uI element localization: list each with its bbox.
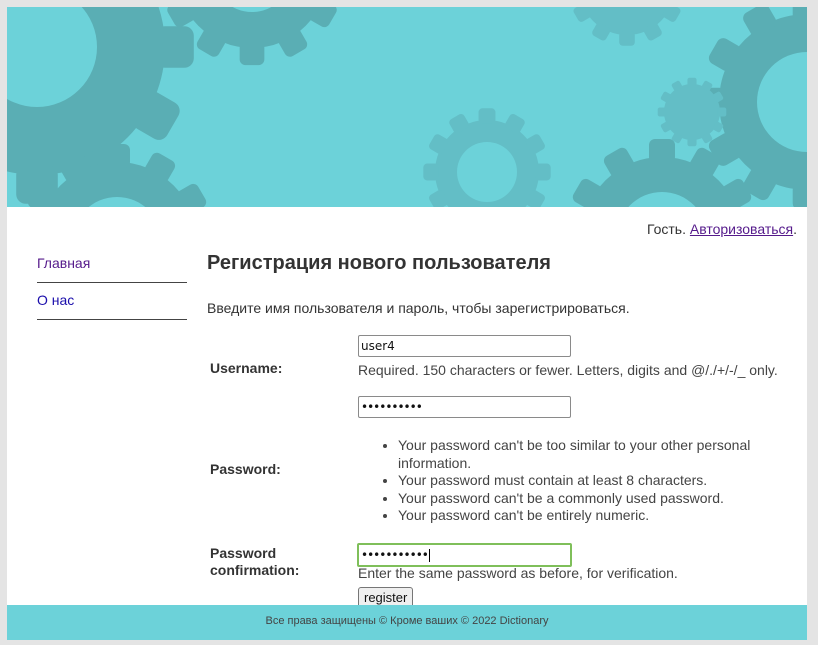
username-input[interactable]: user4 — [358, 335, 571, 357]
text-caret — [428, 549, 430, 562]
userbar-period: . — [793, 221, 797, 237]
password-confirmation-input[interactable]: ••••••••••• — [357, 543, 572, 567]
password-rule: Your password can't be too similar to yo… — [398, 437, 778, 472]
main-content: Регистрация нового пользователя Введите … — [207, 252, 787, 608]
guest-text: Гость. — [646, 221, 686, 237]
header-banner — [7, 7, 807, 207]
gears-illustration — [7, 7, 807, 207]
page-frame: Гость. Авторизоваться. Главная О нас Рег… — [7, 7, 807, 640]
footer: Все права защищены © Кроме ваших © 2022 … — [7, 605, 807, 640]
password-label: Password: — [210, 461, 281, 477]
sidebar-item-home[interactable]: Главная — [37, 247, 187, 283]
password-confirmation-label: Password confirmation: — [210, 545, 300, 578]
intro-text: Введите имя пользователя и пароль, чтобы… — [207, 300, 630, 316]
user-status: Гость. Авторизоваться. — [647, 221, 797, 237]
password-input[interactable]: •••••••••• — [358, 396, 571, 418]
sidebar: Главная О нас — [37, 247, 187, 320]
username-label: Username: — [210, 360, 283, 376]
footer-text: Все права защищены © Кроме ваших © 2022 … — [265, 615, 549, 627]
login-link[interactable]: Авторизоваться — [690, 221, 793, 237]
password-rule: Your password can't be entirely numeric. — [398, 507, 778, 525]
password-rules-list: Your password can't be too similar to yo… — [358, 437, 778, 525]
password-rule: Your password can't be a commonly used p… — [398, 490, 778, 508]
page-title: Регистрация нового пользователя — [207, 252, 551, 274]
password-rule: Your password must contain at least 8 ch… — [398, 472, 778, 490]
password-confirmation-value: ••••••••••• — [361, 548, 429, 562]
sidebar-item-about[interactable]: О нас — [37, 283, 187, 320]
username-help: Required. 150 characters or fewer. Lette… — [358, 362, 778, 378]
password-confirmation-help: Enter the same password as before, for v… — [358, 565, 678, 581]
